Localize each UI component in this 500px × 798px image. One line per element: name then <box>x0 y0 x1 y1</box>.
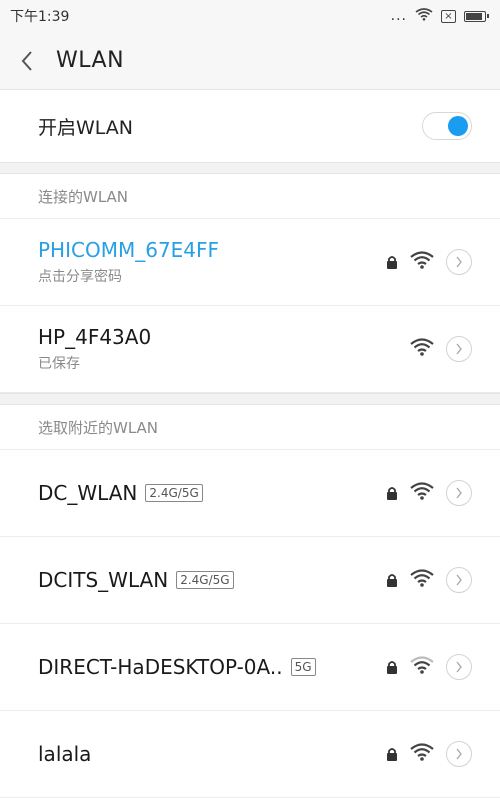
band-badge: 2.4G/5G <box>145 484 203 502</box>
section-divider <box>0 393 500 405</box>
network-subtitle: 已保存 <box>38 356 80 372</box>
network-row-lalala[interactable]: lalala <box>0 711 500 798</box>
network-detail-button[interactable] <box>446 336 472 362</box>
wlan-toggle-label: 开启WLAN <box>38 116 134 139</box>
lock-icon <box>386 573 398 587</box>
network-detail-button[interactable] <box>446 654 472 680</box>
network-row-phicomm[interactable]: PHICOMM_67E4FF 点击分享密码 <box>0 219 500 306</box>
wifi-status-icon <box>415 7 433 25</box>
status-icons: ... × <box>390 7 489 25</box>
network-ssid: DCITS_WLAN <box>38 568 169 592</box>
wifi-signal-icon <box>410 338 434 360</box>
status-time: 下午1:39 <box>10 9 70 25</box>
wifi-signal-weak-icon <box>410 656 434 678</box>
chevron-right-icon <box>456 661 462 673</box>
wlan-toggle-switch[interactable] <box>422 112 472 140</box>
lock-icon <box>386 747 398 761</box>
network-ssid: DC_WLAN <box>38 481 138 505</box>
network-ssid: lalala <box>38 742 92 766</box>
network-row-direct-hadesktop[interactable]: DIRECT-HaDESKTOP-0A.. 5G <box>0 624 500 711</box>
back-button[interactable] <box>20 46 42 76</box>
wifi-signal-icon <box>410 743 434 765</box>
connected-section-title: 连接的WLAN <box>0 174 500 219</box>
chevron-right-icon <box>456 748 462 760</box>
wlan-toggle-row: 开启WLAN <box>0 90 500 162</box>
status-dots: ... <box>390 8 407 24</box>
battery-icon <box>464 10 489 22</box>
lock-icon <box>386 660 398 674</box>
network-detail-button[interactable] <box>446 567 472 593</box>
chevron-right-icon <box>456 256 462 268</box>
band-badge: 5G <box>290 658 316 676</box>
wifi-signal-icon <box>410 482 434 504</box>
network-subtitle: 点击分享密码 <box>38 269 122 285</box>
network-detail-button[interactable] <box>446 249 472 275</box>
app-header: WLAN <box>0 32 500 90</box>
lock-icon <box>386 486 398 500</box>
back-arrow-icon <box>21 50 32 71</box>
section-divider <box>0 162 500 174</box>
nearby-section-title: 选取附近的WLAN <box>0 405 500 450</box>
chevron-right-icon <box>456 574 462 586</box>
wifi-signal-icon <box>410 251 434 273</box>
network-ssid: PHICOMM_67E4FF <box>38 238 220 262</box>
no-sim-icon: × <box>441 9 456 23</box>
no-lock-spacer <box>386 342 398 356</box>
network-detail-button[interactable] <box>446 480 472 506</box>
network-detail-button[interactable] <box>446 741 472 767</box>
network-ssid: DIRECT-HaDESKTOP-0A.. <box>38 655 283 679</box>
status-bar: 下午1:39 ... × <box>0 0 500 32</box>
network-row-dc-wlan[interactable]: DC_WLAN 2.4G/5G <box>0 450 500 537</box>
wifi-signal-icon <box>410 569 434 591</box>
chevron-right-icon <box>456 487 462 499</box>
chevron-right-icon <box>456 343 462 355</box>
toggle-knob <box>448 116 468 136</box>
band-badge: 2.4G/5G <box>176 571 234 589</box>
lock-icon <box>386 255 398 269</box>
network-row-dcits-wlan[interactable]: DCITS_WLAN 2.4G/5G <box>0 537 500 624</box>
network-row-hp[interactable]: HP_4F43A0 已保存 <box>0 306 500 393</box>
network-ssid: HP_4F43A0 <box>38 325 152 349</box>
page-title: WLAN <box>56 48 125 73</box>
